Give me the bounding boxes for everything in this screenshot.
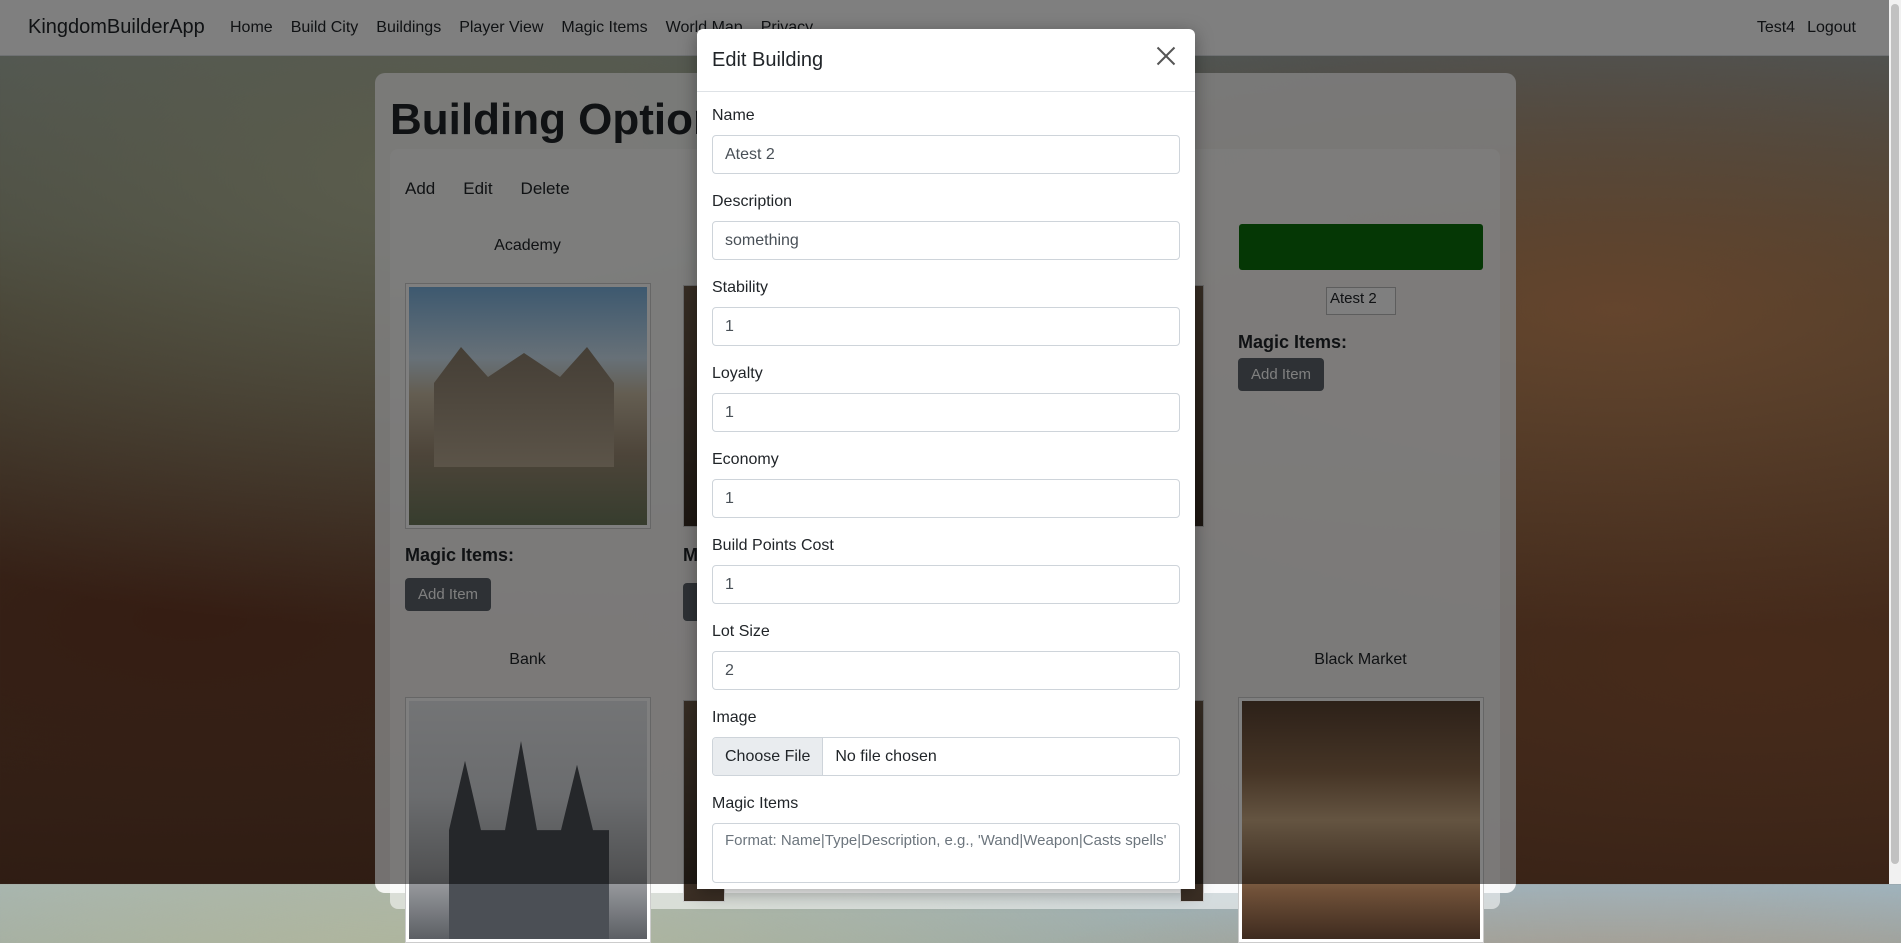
build-points-cost-input[interactable]: [712, 565, 1180, 604]
economy-group: Economy: [712, 451, 1180, 518]
description-group: Description: [712, 193, 1180, 260]
loyalty-label: Loyalty: [712, 365, 763, 382]
stability-label: Stability: [712, 279, 769, 296]
modal-title: Edit Building: [712, 49, 824, 71]
lot-size-group: Lot Size: [712, 623, 1180, 690]
lot-size-input[interactable]: [712, 651, 1180, 690]
name-label: Name: [712, 107, 755, 124]
name-input[interactable]: [712, 135, 1180, 174]
description-input[interactable]: [712, 221, 1180, 260]
modal-header: Edit Building: [697, 29, 1195, 92]
file-status: No file chosen: [835, 748, 937, 765]
build-points-cost-label: Build Points Cost: [712, 537, 834, 554]
build-points-cost-group: Build Points Cost: [712, 537, 1180, 604]
description-label: Description: [712, 193, 793, 210]
choose-file-button[interactable]: Choose File: [713, 738, 824, 775]
image-label: Image: [712, 709, 757, 726]
lot-size-label: Lot Size: [712, 623, 770, 640]
edit-building-modal: Edit Building Name Description Stability…: [697, 29, 1195, 889]
image-group: Image Choose File No file chosen: [712, 709, 1180, 776]
close-icon[interactable]: [1153, 43, 1179, 69]
economy-label: Economy: [712, 451, 779, 468]
magic-items-textarea[interactable]: [712, 823, 1180, 883]
page-scrollbar[interactable]: [1889, 0, 1901, 884]
image-file-input[interactable]: Choose File No file chosen: [712, 737, 1180, 776]
loyalty-group: Loyalty: [712, 365, 1180, 432]
loyalty-input[interactable]: [712, 393, 1180, 432]
economy-input[interactable]: [712, 479, 1180, 518]
magic-items-field-label: Magic Items: [712, 795, 799, 812]
scrollbar-thumb[interactable]: [1891, 4, 1899, 864]
magic-items-group: Magic Items: [712, 795, 1180, 883]
name-group: Name: [712, 107, 1180, 174]
stability-input[interactable]: [712, 307, 1180, 346]
stability-group: Stability: [712, 279, 1180, 346]
